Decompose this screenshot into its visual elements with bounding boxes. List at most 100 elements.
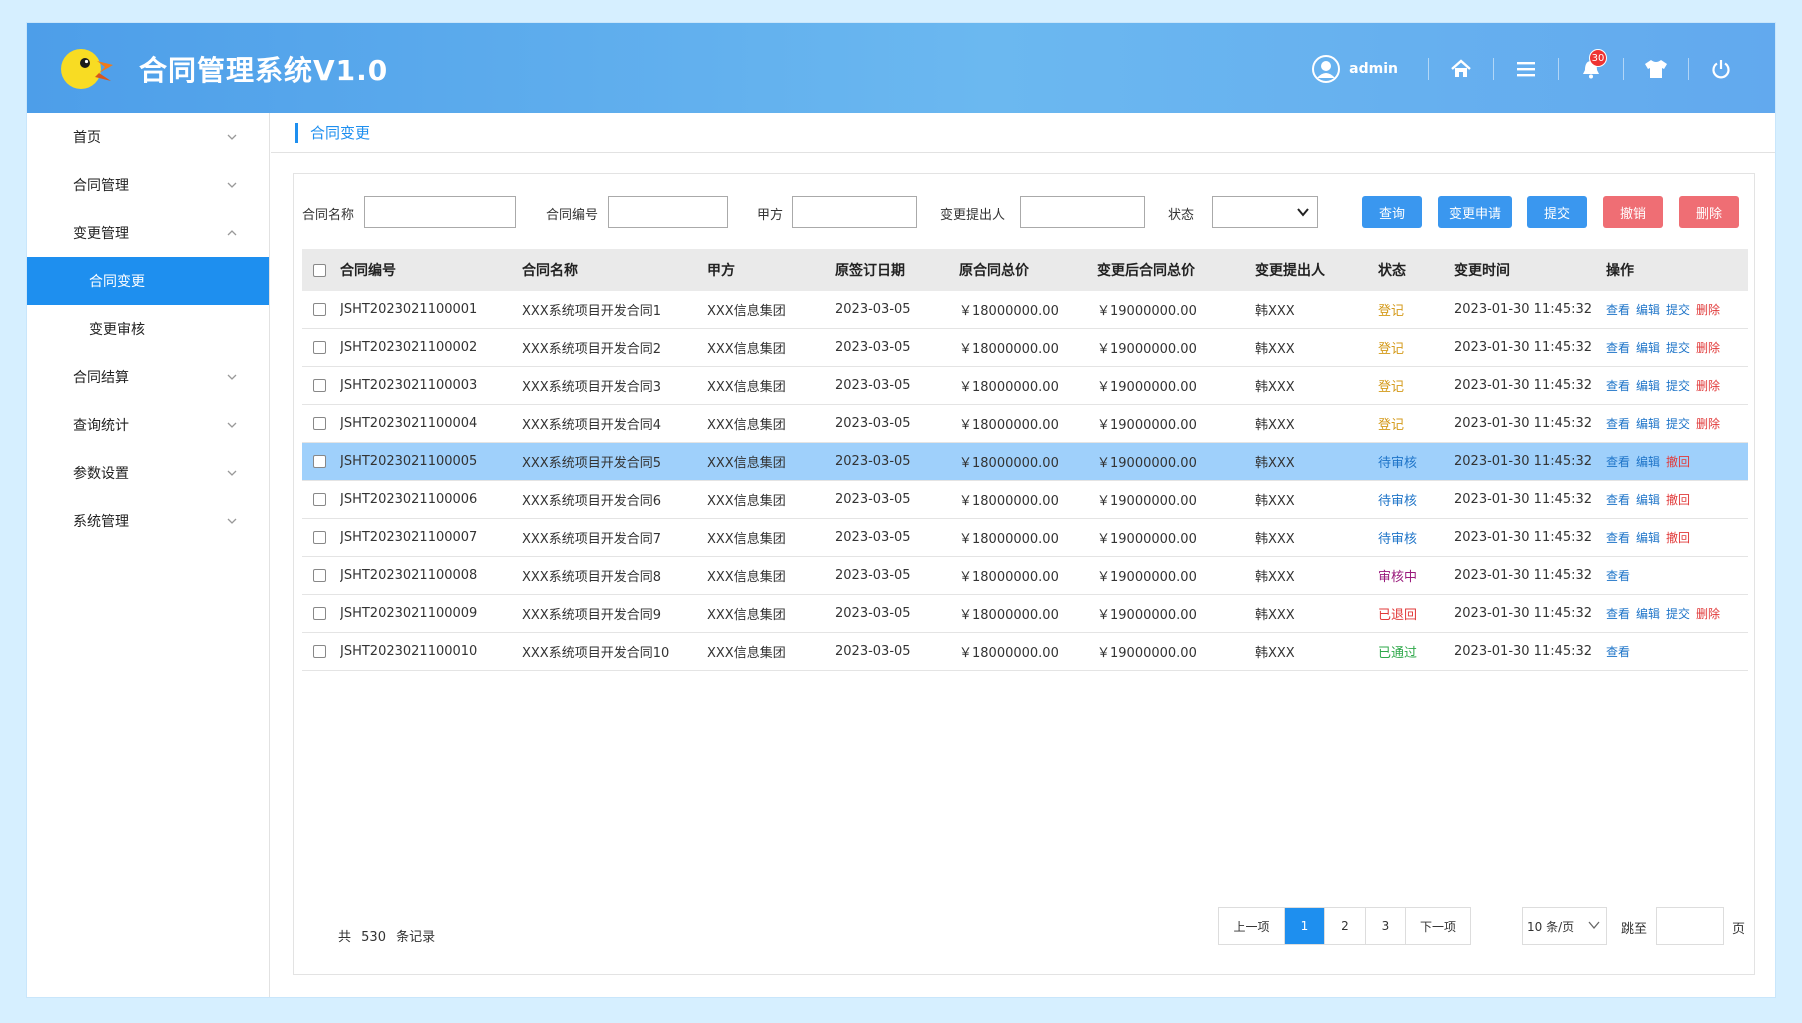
edit-link[interactable]: 编辑	[1636, 341, 1660, 355]
delete-link[interactable]: 删除	[1696, 341, 1720, 355]
table-row[interactable]: JSHT2023021100008 XXX系统项目开发合同8 XXX信息集团 2023…	[302, 557, 1748, 595]
edit-link[interactable]: 编辑	[1636, 417, 1660, 431]
view-link[interactable]: 查看	[1606, 379, 1630, 393]
view-link[interactable]: 查看	[1606, 531, 1630, 545]
view-link[interactable]: 查看	[1606, 645, 1630, 659]
page-button[interactable]: 1	[1285, 908, 1325, 944]
delete-link[interactable]: 删除	[1696, 379, 1720, 393]
row-checkbox[interactable]	[313, 607, 326, 620]
sidebar-item-contract-settlement[interactable]: 合同结算	[27, 353, 269, 401]
chevron-down-icon	[227, 182, 237, 188]
table-row[interactable]: JSHT2023021100006 XXX系统项目开发合同6 XXX信息集团 2023…	[302, 481, 1748, 519]
row-checkbox[interactable]	[313, 569, 326, 582]
edit-link[interactable]: 编辑	[1636, 303, 1660, 317]
cell-new: ￥19000000.00	[1097, 608, 1197, 623]
view-link[interactable]: 查看	[1606, 341, 1630, 355]
sidebar-subitem-change-review[interactable]: 变更审核	[27, 305, 269, 353]
delete-link[interactable]: 删除	[1696, 303, 1720, 317]
prev-page-button[interactable]: 上一项	[1219, 908, 1285, 944]
table-row[interactable]: JSHT2023021100004 XXX系统项目开发合同4 XXX信息集团 2023…	[302, 405, 1748, 443]
delete-link[interactable]: 删除	[1696, 607, 1720, 621]
menu-button[interactable]	[1508, 51, 1544, 87]
row-checkbox[interactable]	[313, 531, 326, 544]
view-link[interactable]: 查看	[1606, 569, 1630, 583]
theme-button[interactable]	[1638, 51, 1674, 87]
view-link[interactable]: 查看	[1606, 455, 1630, 469]
sidebar-item-change-management[interactable]: 变更管理	[27, 209, 269, 257]
view-link[interactable]: 查看	[1606, 607, 1630, 621]
submit-link[interactable]: 提交	[1666, 379, 1690, 393]
sidebar-item-query-statistics[interactable]: 查询统计	[27, 401, 269, 449]
delete-button[interactable]: 删除	[1679, 196, 1739, 228]
username: admin	[1349, 61, 1398, 77]
table-row[interactable]: JSHT2023021100010 XXX系统项目开发合同10 XXX信息集团 202…	[302, 633, 1748, 671]
revoke-link[interactable]: 撤回	[1666, 455, 1690, 469]
edit-link[interactable]: 编辑	[1636, 493, 1660, 507]
row-checkbox[interactable]	[313, 379, 326, 392]
table-row[interactable]: JSHT2023021100003 XXX系统项目开发合同3 XXX信息集团 2023…	[302, 367, 1748, 405]
column-header: 原签订日期	[835, 263, 905, 279]
table-row[interactable]: JSHT2023021100001 XXX系统项目开发合同1 XXX信息集团 2023…	[302, 291, 1748, 329]
cell-no: JSHT2023021100006	[340, 492, 478, 507]
user-menu[interactable]: admin	[1311, 54, 1414, 84]
cell-date: 2023-03-05	[835, 568, 911, 583]
row-checkbox[interactable]	[313, 493, 326, 506]
revoke-link[interactable]: 撤回	[1666, 493, 1690, 507]
row-checkbox[interactable]	[313, 455, 326, 468]
contract-name-input[interactable]	[364, 196, 516, 228]
revoke-link[interactable]: 撤回	[1666, 531, 1690, 545]
query-button[interactable]: 查询	[1362, 196, 1422, 228]
edit-link[interactable]: 编辑	[1636, 531, 1660, 545]
home-button[interactable]	[1443, 51, 1479, 87]
submit-link[interactable]: 提交	[1666, 607, 1690, 621]
row-actions: 查看 编辑 提交 删除	[1606, 301, 1746, 318]
header-divider	[1558, 58, 1559, 80]
sidebar-item-label: 合同结算	[73, 370, 129, 386]
header-divider	[1623, 58, 1624, 80]
logout-button[interactable]	[1703, 51, 1739, 87]
table-row[interactable]: JSHT2023021100002 XXX系统项目开发合同2 XXX信息集团 2023…	[302, 329, 1748, 367]
table-row[interactable]: JSHT2023021100007 XXX系统项目开发合同7 XXX信息集团 2023…	[302, 519, 1748, 557]
row-checkbox[interactable]	[313, 645, 326, 658]
sidebar-item-parameter-settings[interactable]: 参数设置	[27, 449, 269, 497]
column-header: 变更时间	[1454, 263, 1510, 279]
jump-page-input[interactable]	[1656, 907, 1724, 945]
status-text: 登记	[1378, 342, 1405, 357]
page-size-select[interactable]: 10 条/页	[1522, 907, 1607, 945]
cell-date: 2023-03-05	[835, 644, 911, 659]
view-link[interactable]: 查看	[1606, 493, 1630, 507]
view-link[interactable]: 查看	[1606, 303, 1630, 317]
cell-proposer: 韩XXX	[1255, 608, 1295, 623]
contract-no-input[interactable]	[608, 196, 728, 228]
filter-bar: 合同名称 合同编号 甲方 变更提出人 状态 查询 变更申请 提交 撤销 删除	[302, 196, 1744, 228]
submit-button[interactable]: 提交	[1527, 196, 1587, 228]
next-page-button[interactable]: 下一项	[1406, 908, 1470, 944]
revoke-button[interactable]: 撤销	[1603, 196, 1663, 228]
change-request-button[interactable]: 变更申请	[1438, 196, 1512, 228]
page-button[interactable]: 2	[1325, 908, 1366, 944]
cell-orig: ￥18000000.00	[959, 418, 1059, 433]
edit-link[interactable]: 编辑	[1636, 455, 1660, 469]
submit-link[interactable]: 提交	[1666, 417, 1690, 431]
table-row[interactable]: JSHT2023021100009 XXX系统项目开发合同9 XXX信息集团 2023…	[302, 595, 1748, 633]
page-button[interactable]: 3	[1366, 908, 1406, 944]
table-row[interactable]: JSHT2023021100005 XXX系统项目开发合同5 XXX信息集团 2023…	[302, 443, 1748, 481]
submit-link[interactable]: 提交	[1666, 341, 1690, 355]
edit-link[interactable]: 编辑	[1636, 379, 1660, 393]
row-checkbox[interactable]	[313, 417, 326, 430]
row-checkbox[interactable]	[313, 303, 326, 316]
notification-button[interactable]: 30	[1573, 49, 1609, 87]
select-all-checkbox[interactable]	[313, 263, 326, 277]
view-link[interactable]: 查看	[1606, 417, 1630, 431]
submit-link[interactable]: 提交	[1666, 303, 1690, 317]
status-select[interactable]	[1212, 196, 1318, 228]
sidebar-subitem-contract-change[interactable]: 合同变更	[27, 257, 269, 305]
party-a-input[interactable]	[792, 196, 917, 228]
edit-link[interactable]: 编辑	[1636, 607, 1660, 621]
sidebar-item-system-management[interactable]: 系统管理	[27, 497, 269, 545]
sidebar-item-contract-management[interactable]: 合同管理	[27, 161, 269, 209]
row-checkbox[interactable]	[313, 341, 326, 354]
delete-link[interactable]: 删除	[1696, 417, 1720, 431]
sidebar-item-home[interactable]: 首页	[27, 113, 269, 161]
proposer-input[interactable]	[1020, 196, 1145, 228]
